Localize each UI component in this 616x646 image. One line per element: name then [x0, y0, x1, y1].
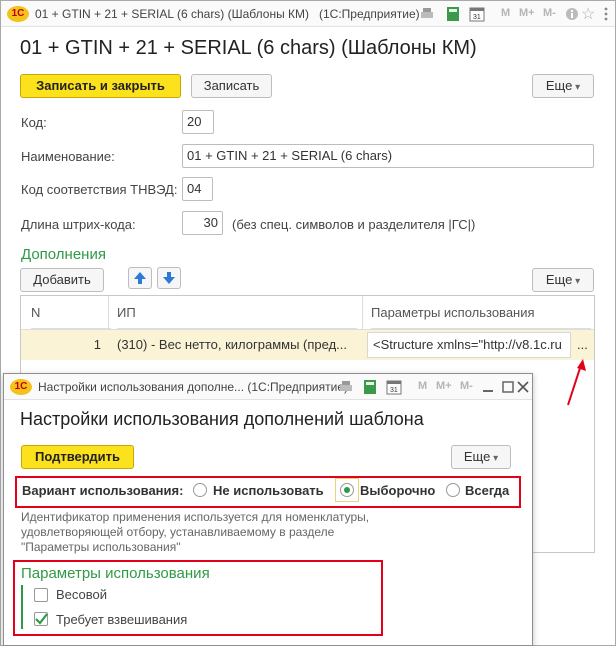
window-title: 01 + GTIN + 21 + SERIAL (6 chars) (Шабло…: [35, 7, 310, 21]
variant-label: Вариант использования:: [22, 483, 184, 498]
move-up-button[interactable]: [128, 267, 152, 289]
calendar-icon[interactable]: 31: [469, 6, 485, 22]
radio-selective-label[interactable]: Выборочно: [360, 483, 435, 498]
radio-always-label[interactable]: Всегда: [465, 483, 509, 498]
length-hint: (без спец. символов и разделителя |ГС|): [232, 217, 476, 232]
memory-m-button[interactable]: M: [418, 380, 427, 392]
dialog-titlebar: 1С Настройки использования дополне... (1…: [4, 374, 532, 400]
favorite-star-icon[interactable]: ☆: [581, 4, 595, 24]
description-line-2: удовлетворяющей отбору, устанавливаемому…: [21, 525, 335, 539]
row-params: <Structure xmlns="http://v8.1c.ru: [373, 337, 562, 352]
code-label: Код:: [21, 115, 47, 130]
svg-text:31: 31: [473, 14, 481, 21]
checkmark-icon: [35, 613, 48, 625]
main-titlebar: 1С 01 + GTIN + 21 + SERIAL (6 chars) (Ша…: [1, 1, 615, 27]
requires-weighing-checkbox[interactable]: [34, 612, 48, 626]
code-field[interactable]: 20: [182, 110, 214, 134]
annotation-arrow-icon: [567, 359, 586, 406]
column-separator: [362, 296, 363, 329]
minimize-icon[interactable]: [480, 379, 496, 395]
print-icon[interactable]: [338, 379, 354, 395]
settings-dialog: 1С Настройки использования дополне... (1…: [3, 373, 533, 646]
description-line-1: Идентификатор применения используется дл…: [21, 510, 370, 524]
add-button[interactable]: Добавить: [20, 268, 104, 292]
window-app-name: (1С:Предприятие): [319, 7, 420, 21]
params-section-title: Параметры использования: [21, 565, 210, 582]
memory-plus-button[interactable]: M+: [436, 380, 452, 392]
more-dots-icon[interactable]: [598, 6, 614, 22]
move-down-button[interactable]: [157, 267, 181, 289]
more-button[interactable]: Еще: [532, 74, 594, 98]
column-header-ip[interactable]: ИП: [117, 296, 357, 329]
radio-always[interactable]: [446, 483, 460, 497]
dialog-window-title: Настройки использования дополне... (1С:П…: [38, 380, 349, 394]
confirm-button[interactable]: Подтвердить: [21, 445, 134, 469]
calculator-icon[interactable]: [445, 6, 461, 22]
radio-selective[interactable]: [340, 483, 354, 497]
tnved-label: Код соответствия ТНВЭД:: [21, 182, 178, 197]
save-button[interactable]: Записать: [191, 74, 272, 98]
params-ellipsis-button[interactable]: ...: [577, 330, 591, 360]
memory-m-button[interactable]: M: [501, 7, 510, 19]
additions-more-button[interactable]: Еще: [532, 268, 594, 292]
radio-not-use-label[interactable]: Не использовать: [213, 483, 324, 498]
memory-plus-button[interactable]: M+: [519, 7, 535, 19]
maximize-icon[interactable]: [500, 379, 516, 395]
row-number: 1: [93, 337, 101, 352]
calendar-icon[interactable]: 31: [386, 379, 402, 395]
dialog-form-title: Настройки использования дополнений шабло…: [20, 409, 424, 429]
info-icon[interactable]: [564, 6, 580, 22]
description-line-3: "Параметры использования": [21, 540, 181, 554]
weight-checkbox[interactable]: [34, 588, 48, 602]
arrow-up-icon: [134, 272, 146, 284]
additions-section-title: Дополнения: [21, 246, 106, 263]
params-group-bar: [21, 585, 23, 629]
tnved-field[interactable]: 04: [182, 177, 213, 201]
arrow-down-icon: [163, 272, 175, 284]
close-icon[interactable]: [515, 379, 531, 395]
memory-minus-button[interactable]: M-: [460, 380, 473, 392]
row-ip[interactable]: (310) - Вес нетто, килограммы (пред...: [117, 330, 361, 360]
length-label: Длина штрих-кода:: [21, 217, 136, 232]
svg-text:31: 31: [390, 387, 398, 394]
column-header-params[interactable]: Параметры использования: [371, 296, 591, 329]
column-header-n[interactable]: N: [31, 296, 111, 329]
name-field[interactable]: 01 + GTIN + 21 + SERIAL (6 chars): [182, 144, 594, 168]
memory-minus-button[interactable]: M-: [543, 7, 556, 19]
form-title: 01 + GTIN + 21 + SERIAL (6 chars) (Шабло…: [20, 37, 477, 59]
save-and-close-button[interactable]: Записать и закрыть: [20, 74, 181, 98]
calculator-icon[interactable]: [362, 379, 378, 395]
length-field[interactable]: 30: [182, 211, 223, 235]
column-separator: [108, 296, 109, 329]
weight-checkbox-label[interactable]: Весовой: [56, 587, 107, 602]
requires-weighing-label[interactable]: Требует взвешивания: [56, 612, 187, 627]
print-icon[interactable]: [419, 6, 435, 22]
dialog-more-button[interactable]: Еще: [451, 445, 511, 469]
radio-not-use[interactable]: [193, 483, 207, 497]
1c-logo-icon: 1С: [7, 6, 29, 22]
1c-logo-icon: 1С: [10, 379, 32, 395]
name-label: Наименование:: [21, 149, 115, 164]
